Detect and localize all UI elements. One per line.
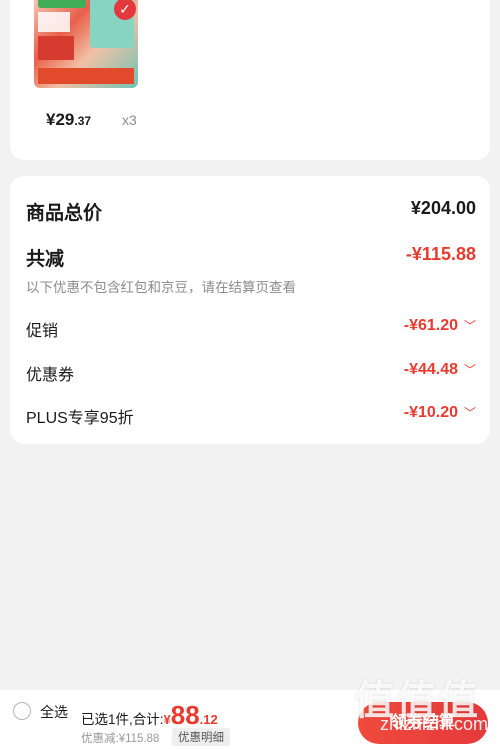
chevron-down-icon: ﹀ (463, 406, 476, 420)
total-label: 商品总价 (26, 203, 103, 224)
price-integer: ¥29 (46, 110, 75, 129)
product-image[interactable]: ✓ (34, 0, 138, 88)
total-decimal: .12 (199, 712, 218, 727)
image-block (38, 36, 74, 60)
reduce-note: 以下优惠不包含红包和京豆，请在结算页查看 (26, 280, 296, 295)
discount-row-plus[interactable]: PLUS专享95折 -¥10.20 ﹀ (26, 404, 476, 428)
bottom-total: ¥88.12 (163, 700, 218, 730)
total-integer: 88 (170, 700, 200, 730)
price-summary-card: 商品总价 ¥204.00 共减 -¥115.88 以下优惠不包含红包和京豆，请在… (10, 176, 490, 444)
selected-prefix: 已选1件,合计: (81, 712, 164, 727)
chevron-down-icon: ﹀ (463, 319, 476, 333)
checkout-button[interactable]: 领券结算 (358, 702, 488, 744)
discount-label: 优惠券 (26, 367, 75, 384)
discount-value: -¥10.20 (403, 404, 458, 421)
discount-row-promo[interactable]: 促销 -¥61.20 ﹀ (26, 317, 476, 341)
product-card: ✓ ¥29.37 x3 (10, 0, 490, 160)
currency-symbol: ¥ (163, 712, 171, 727)
discount-row-coupon[interactable]: 优惠券 -¥44.48 ﹀ (26, 361, 476, 385)
total-value: ¥204.00 (410, 198, 476, 218)
price-decimal: .37 (74, 114, 92, 128)
reduce-label: 共减 (26, 249, 65, 270)
select-all-radio[interactable] (13, 702, 31, 720)
total-row: 商品总价 ¥204.00 (26, 198, 476, 225)
image-block (38, 68, 134, 84)
select-all-label[interactable]: 全选 (40, 702, 68, 722)
discount-value: -¥61.20 (403, 317, 458, 334)
checkout-bar: 全选 已选1件,合计:¥88.12 优惠减:¥115.88 优惠明细 领券结算 (0, 690, 500, 749)
selected-summary: 已选1件,合计:¥88.12 (81, 700, 218, 731)
reduce-value: -¥115.88 (405, 244, 476, 264)
image-banner (38, 0, 86, 8)
reduce-row: 共减 -¥115.88 (26, 244, 476, 271)
discount-label: PLUS专享95折 (26, 410, 134, 427)
image-block (38, 12, 70, 32)
discount-summary: 优惠减:¥115.88 (81, 733, 160, 745)
chevron-down-icon: ﹀ (463, 363, 476, 377)
discount-detail-button[interactable]: 优惠明细 (172, 728, 230, 746)
product-price: ¥29.37 (46, 110, 91, 130)
discount-value: -¥44.48 (403, 361, 458, 378)
discount-label: 促销 (26, 323, 59, 340)
product-quantity: x3 (122, 112, 137, 128)
